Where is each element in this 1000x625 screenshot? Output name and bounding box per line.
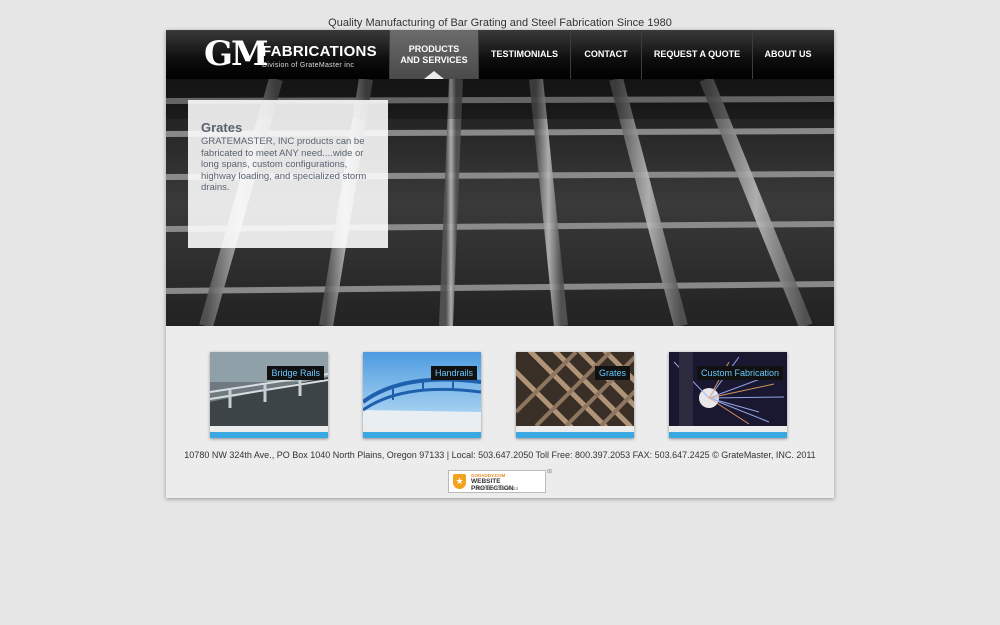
thumb-label: Custom Fabrication: [696, 366, 783, 380]
nav-label: ABOUT US: [764, 49, 812, 59]
page-container: GM FABRICATIONS Division of GrateMaster …: [166, 30, 834, 498]
site-header: GM FABRICATIONS Division of GrateMaster …: [166, 30, 834, 79]
bridge-rails-image: [210, 352, 328, 426]
active-caret-icon: [424, 71, 444, 79]
nav-about-us[interactable]: ABOUT US: [752, 30, 823, 79]
logo-subtitle: Division of GrateMaster inc: [262, 62, 355, 69]
logo-mark: GM: [204, 34, 269, 74]
nav-contact[interactable]: CONTACT: [570, 30, 641, 79]
nav-label: AND SERVICES: [400, 54, 468, 65]
site-logo[interactable]: GM FABRICATIONS Division of GrateMaster …: [204, 34, 377, 74]
thumb-label: Handrails: [430, 366, 477, 380]
hero-info-box: Grates GRATEMASTER, INC products can be …: [188, 100, 388, 248]
thumb-custom-fabrication[interactable]: Custom Fabrication: [669, 352, 787, 438]
nav-products-and-services[interactable]: PRODUCTS AND SERVICES: [389, 30, 478, 79]
badge-date: TESTED 2012-06-24: [476, 486, 519, 491]
hero-title: Grates: [201, 120, 243, 135]
thumb-handrails[interactable]: Handrails: [363, 352, 481, 438]
nav-label: REQUEST A QUOTE: [653, 49, 741, 59]
thumb-grates[interactable]: Grates: [516, 352, 634, 438]
nav-label: CONTACT: [584, 49, 628, 59]
hero-description: GRATEMASTER, INC products can be fabrica…: [201, 136, 367, 193]
nav-label: PRODUCTS: [408, 43, 460, 54]
handrails-image: [363, 352, 481, 426]
website-protection-badge[interactable]: ★ GODADDY.COM WEBSITE PROTECTION TESTED …: [448, 469, 552, 493]
thumb-label: Bridge Rails: [267, 366, 324, 380]
thumb-label: Grates: [594, 366, 630, 380]
custom-fabrication-image: [669, 352, 787, 426]
tagline: Quality Manufacturing of Bar Grating and…: [328, 17, 672, 29]
thumb-bridge-rails[interactable]: Bridge Rails: [210, 352, 328, 438]
footer-address: 10780 NW 324th Ave., PO Box 1040 North P…: [184, 450, 816, 460]
nav-request-a-quote[interactable]: REQUEST A QUOTE: [641, 30, 752, 79]
nav-label: TESTIMONIALS: [491, 49, 558, 59]
nav-testimonials[interactable]: TESTIMONIALS: [478, 30, 570, 79]
grates-image: [516, 352, 634, 426]
main-nav: PRODUCTS AND SERVICES TESTIMONIALS CONTA…: [389, 30, 823, 79]
hero-banner: Grates GRATEMASTER, INC products can be …: [166, 79, 834, 326]
logo-name: FABRICATIONS: [262, 43, 377, 60]
close-icon[interactable]: ⊠: [547, 468, 552, 475]
shield-icon: ★: [453, 474, 466, 489]
